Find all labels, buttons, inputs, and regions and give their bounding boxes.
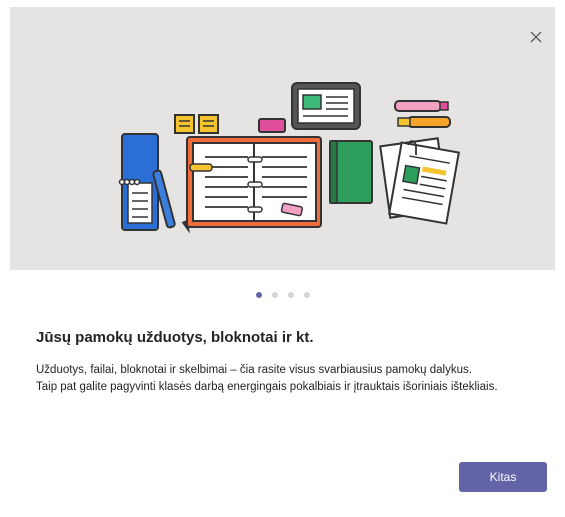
desk-illustration [118, 82, 460, 234]
carousel-pagination [0, 292, 565, 298]
page-dot-2[interactable] [271, 292, 278, 298]
onboarding-dialog: Jūsų pamokų užduotys, bloknotai ir kt. U… [0, 0, 565, 517]
eraser-icon [258, 118, 286, 133]
green-book-icon [329, 140, 373, 204]
dialog-title: Jūsų pamokų užduotys, bloknotai ir kt. [36, 329, 314, 346]
papers-icon [379, 137, 460, 225]
hero-illustration-panel [10, 7, 555, 270]
tablet-icon [291, 82, 361, 130]
sticky-notes-icon [174, 114, 219, 134]
page-dot-3[interactable] [287, 292, 294, 298]
close-button[interactable] [526, 27, 546, 47]
description-line-2: Taip pat galite pagyvinti klasės darbą e… [36, 381, 498, 393]
page-dot-4[interactable] [303, 292, 310, 298]
blue-notebook-icon [118, 133, 159, 231]
page-dot-1[interactable] [255, 292, 262, 298]
close-icon [530, 31, 542, 43]
description-line-1: Užduotys, failai, bloknotai ir skelbimai… [36, 364, 472, 376]
next-button[interactable]: Kitas [459, 462, 547, 492]
dialog-description: Užduotys, failai, bloknotai ir skelbimai… [36, 362, 536, 396]
binder-icon [186, 136, 322, 228]
highlighters-icon [394, 100, 451, 128]
